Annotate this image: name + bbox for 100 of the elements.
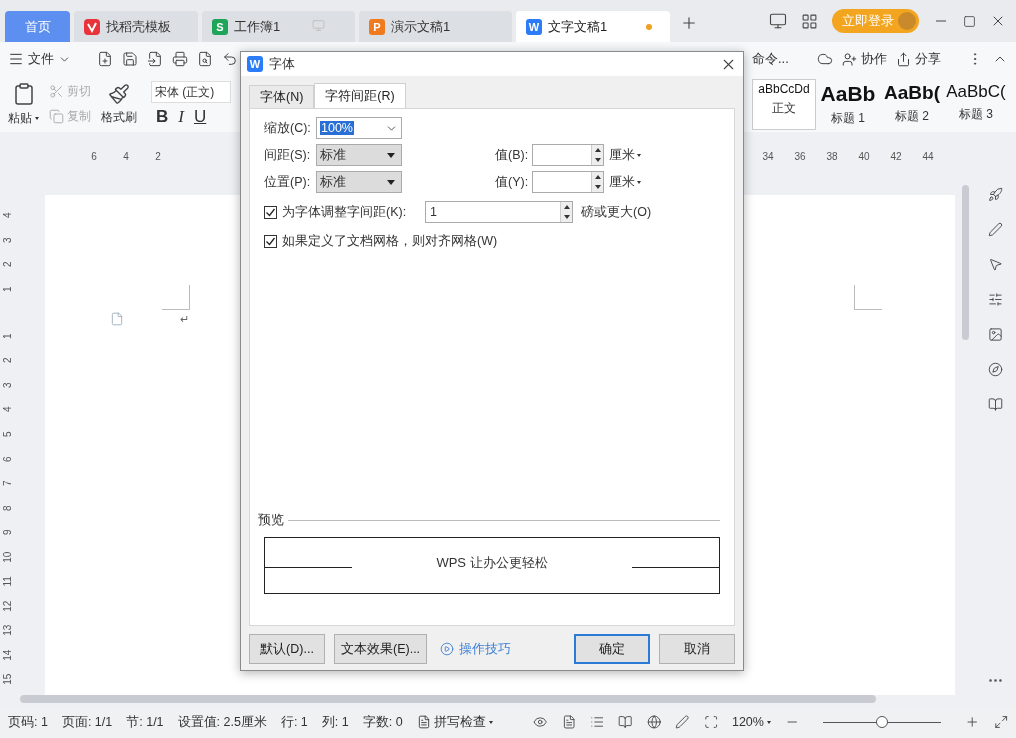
document-tab[interactable]: S 工作簿1 xyxy=(202,11,355,42)
read-icon[interactable] xyxy=(618,714,633,730)
status-text: 列: 1 xyxy=(321,713,349,731)
sliders-icon[interactable] xyxy=(987,292,1004,307)
dialog-tab[interactable]: 字体(N) xyxy=(249,85,315,108)
style-preset[interactable]: AaBbC( 标题 3 xyxy=(944,78,1008,130)
paragraph-mark: ↵ xyxy=(180,312,189,326)
share-icon xyxy=(896,51,911,67)
document-tab[interactable]: 找稻壳模板 xyxy=(74,11,198,42)
new-file-icon[interactable] xyxy=(97,51,113,67)
field-label: 位置(P): xyxy=(264,173,312,191)
dropdown[interactable]: 标准 xyxy=(316,171,402,193)
rocket-icon[interactable] xyxy=(987,187,1004,202)
spin-field[interactable]: 1 xyxy=(425,201,573,223)
share-button[interactable]: 分享 xyxy=(896,50,941,68)
spell-check-button[interactable]: 拼写检查 xyxy=(416,713,493,731)
fit-icon[interactable] xyxy=(703,714,718,730)
outline-icon[interactable] xyxy=(590,714,605,730)
scale-combo[interactable]: 100% xyxy=(316,117,402,139)
checkbox[interactable] xyxy=(264,205,277,219)
user-plus-icon xyxy=(842,51,857,67)
image-icon[interactable] xyxy=(987,327,1004,342)
web-icon[interactable] xyxy=(646,714,662,730)
app-icon: W xyxy=(247,56,263,72)
style-preset[interactable]: aBbCcDd 正文 xyxy=(752,78,816,130)
status-text: 节: 1/1 xyxy=(126,713,164,731)
text-effects-button[interactable]: 文本效果(E)... xyxy=(334,634,428,664)
scissors-icon xyxy=(49,84,64,99)
dropdown[interactable]: 标准 xyxy=(316,144,402,166)
vertical-ruler: 4 3 2 1 1 2 3 4 5 6 7 8 9 10 11 12 13 14 15 xyxy=(0,211,14,688)
preview-text: WPS 让办公更轻松 xyxy=(435,553,549,572)
print-icon[interactable] xyxy=(172,51,188,67)
menu-icon xyxy=(8,51,24,67)
tips-link[interactable]: 操作技巧 xyxy=(440,640,512,658)
style-preset[interactable]: AaBb 标题 1 xyxy=(816,78,880,130)
cloud-icon[interactable] xyxy=(817,51,833,67)
spin-field[interactable] xyxy=(532,144,604,166)
scrollbar-thumb[interactable] xyxy=(20,695,876,703)
checkbox-label: 为字体调整字间距(K): xyxy=(282,203,408,221)
avatar xyxy=(898,12,916,30)
command-search[interactable]: 命令... xyxy=(752,50,789,68)
screen-icon[interactable] xyxy=(769,12,787,30)
pointer-icon[interactable] xyxy=(987,257,1004,272)
maximize-icon[interactable] xyxy=(963,14,976,28)
bold-button[interactable]: B xyxy=(151,107,174,127)
margin-corner xyxy=(162,285,190,310)
field-label: 间距(S): xyxy=(264,146,312,164)
save-icon[interactable] xyxy=(122,51,138,67)
pen-icon[interactable] xyxy=(675,714,690,730)
underline-button[interactable]: U xyxy=(188,107,212,127)
dialog-title: 字体 xyxy=(269,55,295,73)
docer-icon xyxy=(84,18,100,35)
zoom-in-icon[interactable] xyxy=(965,714,980,730)
zoom-select[interactable]: 120% xyxy=(731,715,771,729)
page-view-icon[interactable] xyxy=(561,714,576,730)
status-text: 页面: 1/1 xyxy=(61,713,113,731)
scrollbar-thumb[interactable] xyxy=(961,185,969,340)
cancel-button[interactable]: 取消 xyxy=(659,634,735,664)
grid-icon[interactable] xyxy=(801,12,818,30)
status-text: 行: 1 xyxy=(280,713,308,731)
style-preset[interactable]: AaBb( 标题 2 xyxy=(880,78,944,130)
unit-menu[interactable]: 厘米 xyxy=(609,146,641,164)
app-icon: S xyxy=(212,18,228,35)
book-icon[interactable] xyxy=(987,397,1004,412)
undo-icon[interactable] xyxy=(222,51,238,67)
status-text: 页码: 1 xyxy=(8,713,48,731)
checkbox-label: 如果定义了文档网格，则对齐网格(W) xyxy=(282,232,498,250)
status-text: 设置值: 2.5厘米 xyxy=(177,713,267,731)
field-label: 值(Y): xyxy=(495,173,530,191)
app-icon: P xyxy=(369,18,385,35)
field-label: 磅或更大(O) xyxy=(581,203,652,221)
spin-field[interactable] xyxy=(532,171,604,193)
play-icon xyxy=(440,642,455,656)
app-icon: W xyxy=(526,18,542,35)
document-tab[interactable]: W 文字文稿1 xyxy=(516,11,670,42)
field-label: 值(B): xyxy=(495,146,530,164)
file-menu[interactable]: 文件 xyxy=(8,50,71,68)
default-button[interactable]: 默认(D)... xyxy=(249,634,325,664)
compass-icon[interactable] xyxy=(987,362,1004,377)
preview-icon[interactable] xyxy=(197,51,213,67)
status-text: 字数: 0 xyxy=(362,713,403,731)
italic-button[interactable]: I xyxy=(173,107,189,127)
zoom-thumb[interactable] xyxy=(876,715,889,728)
export-icon[interactable] xyxy=(147,51,163,67)
fullscreen-icon[interactable] xyxy=(993,714,1008,730)
dialog-tab[interactable]: 字符间距(R) xyxy=(314,83,406,108)
unit-menu[interactable]: 厘米 xyxy=(609,173,641,191)
margin-corner xyxy=(854,285,882,310)
document-tab[interactable]: P 演示文稿1 xyxy=(359,11,512,42)
format-painter-icon[interactable] xyxy=(108,82,130,105)
checkbox[interactable] xyxy=(264,234,277,248)
ok-button[interactable]: 确定 xyxy=(574,634,650,664)
group-label: 预览 xyxy=(258,512,284,529)
eye-icon[interactable] xyxy=(533,714,548,730)
paste-button[interactable]: 粘贴 xyxy=(8,109,39,127)
copy-icon xyxy=(49,109,64,124)
collab-button[interactable]: 协作 xyxy=(842,50,887,68)
pen-icon[interactable] xyxy=(987,222,1004,237)
font-field[interactable]: 宋体 (正文) xyxy=(151,81,231,103)
format-painter-button[interactable]: 格式刷 xyxy=(101,108,137,126)
